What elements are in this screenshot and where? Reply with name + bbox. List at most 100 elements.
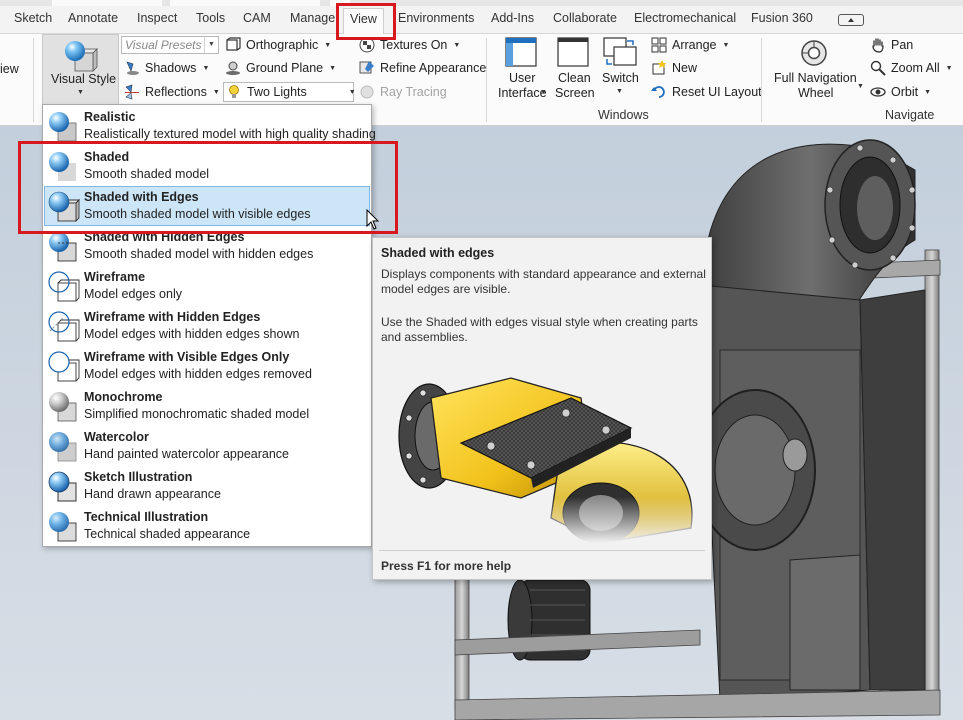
- reflections-label: Reflections: [145, 85, 207, 99]
- mouse-cursor-icon: [366, 209, 380, 230]
- nav-wheel-label-2: Wheel: [798, 86, 834, 100]
- new-window-button[interactable]: New: [651, 58, 697, 78]
- tab-collaborate[interactable]: Collaborate: [553, 11, 617, 29]
- tooltip-title: Shaded with edges: [381, 246, 495, 260]
- style-name: Watercolor: [84, 430, 149, 444]
- shadows-label: Shadows: [145, 61, 197, 75]
- visual-style-option-shaded-hidden-edges[interactable]: Shaded with Hidden Edges Smooth shaded m…: [44, 226, 370, 266]
- tab-inspect[interactable]: Inspect: [137, 11, 177, 29]
- style-name: Sketch Illustration: [84, 470, 193, 484]
- full-navigation-wheel-button[interactable]: Full Navigation Wheel ▼: [770, 34, 866, 104]
- switch-label: Switch: [602, 71, 639, 85]
- visual-style-option-wireframe[interactable]: Wireframe Model edges only: [44, 266, 370, 306]
- ray-tracing-button[interactable]: Ray Tracing: [359, 82, 447, 102]
- hand-icon: [870, 37, 886, 53]
- lighting-styles-value: Two Lights ▼: [226, 82, 356, 102]
- textures-on-label: Textures On: [380, 38, 448, 52]
- ribbon-toggle-button[interactable]: [838, 14, 864, 26]
- style-name: Realistic: [84, 110, 136, 124]
- reset-ui-layout-button[interactable]: Reset UI Layout: [651, 82, 762, 102]
- ground-plane-label: Ground Plane: [246, 61, 324, 75]
- zoom-icon: [870, 60, 886, 76]
- visual-style-option-wireframe-hidden-edges[interactable]: Wireframe with Hidden Edges Model edges …: [44, 306, 370, 346]
- textures-on-button[interactable]: Textures On ▼: [359, 35, 460, 55]
- zoom-all-label: Zoom All: [891, 61, 940, 75]
- chevron-down-icon: ▼: [329, 64, 337, 72]
- orthographic-button[interactable]: Orthographic ▼: [225, 35, 331, 55]
- wireframe-hidden-icon: [48, 311, 80, 342]
- orbit-icon: [870, 84, 886, 100]
- tooltip-description: Displays components with standard appear…: [381, 267, 706, 296]
- style-name: Wireframe: [84, 270, 146, 284]
- chevron-down-icon: ▼: [324, 41, 332, 49]
- navigation-wheel-icon: [801, 40, 827, 66]
- shaded-hidden-edges-icon: [49, 232, 77, 262]
- chevron-down-icon: ▼: [212, 88, 220, 96]
- arrange-icon: [651, 37, 667, 53]
- tab-manage[interactable]: Manage: [290, 11, 335, 29]
- style-name: Wireframe with Hidden Edges: [84, 310, 261, 324]
- clean-screen-label-2: Screen: [555, 86, 595, 100]
- switch-button[interactable]: Switch ▼: [598, 34, 642, 104]
- technical-illustration-icon: [49, 512, 77, 542]
- reflections-button[interactable]: Reflections ▼: [124, 82, 220, 102]
- visual-presets-placeholder: Visual Presets: [125, 38, 202, 52]
- tab-fusion-360[interactable]: Fusion 360: [751, 11, 813, 29]
- reflections-icon: [124, 84, 140, 100]
- tab-sketch[interactable]: Sketch: [14, 11, 52, 29]
- user-interface-button[interactable]: User Interface ▼: [494, 34, 548, 104]
- chevron-down-icon: ▼: [945, 64, 953, 72]
- pan-button[interactable]: Pan: [870, 35, 913, 55]
- visual-style-option-wireframe-visible-edges[interactable]: Wireframe with Visible Edges Only Model …: [44, 346, 370, 386]
- style-description: Simplified monochromatic shaded model: [84, 407, 310, 421]
- tab-tools[interactable]: Tools: [196, 11, 225, 29]
- arrange-label: Arrange: [672, 38, 717, 52]
- visual-style-option-monochrome[interactable]: Monochrome Simplified monochromatic shad…: [44, 386, 370, 426]
- visual-presets-combo[interactable]: Visual Presets ▼: [121, 36, 219, 54]
- wireframe-icon: [48, 271, 80, 302]
- refine-appearance-label: Refine Appearance: [380, 61, 487, 75]
- refine-appearance-button[interactable]: Refine Appearance: [359, 58, 486, 78]
- monochrome-icon: [49, 392, 77, 422]
- shaded-icon: [49, 152, 76, 181]
- tooltip-help-hint: Press F1 for more help: [381, 559, 512, 573]
- ground-plane-button[interactable]: Ground Plane ▼: [225, 58, 336, 78]
- tab-add-ins[interactable]: Add-Ins: [491, 11, 534, 29]
- tab-environments[interactable]: Environments: [398, 11, 474, 29]
- style-name: Technical Illustration: [84, 510, 209, 524]
- panel-divider: [33, 38, 34, 122]
- pan-label: Pan: [891, 38, 914, 52]
- shadows-button[interactable]: Shadows ▼: [124, 58, 209, 78]
- nav-wheel-label-1: Full Navigation: [774, 71, 857, 85]
- user-interface-label-1: User: [509, 71, 536, 85]
- tab-annotate[interactable]: Annotate: [68, 11, 118, 29]
- tab-electromechanical[interactable]: Electromechanical: [634, 11, 736, 29]
- visual-style-option-realistic[interactable]: Realistic Realistically textured model w…: [44, 106, 376, 146]
- zoom-all-button[interactable]: Zoom All ▼: [870, 58, 953, 78]
- tab-cam[interactable]: CAM: [243, 11, 271, 29]
- orbit-button[interactable]: Orbit ▼: [870, 82, 931, 102]
- reset-icon: [651, 84, 667, 100]
- clean-screen-button[interactable]: Clean Screen: [551, 34, 595, 104]
- sketch-illustration-icon: [48, 471, 77, 502]
- realistic-icon: [49, 112, 77, 142]
- visual-style-option-shaded[interactable]: Shaded Smooth shaded model: [44, 146, 370, 186]
- orbit-label: Orbit: [891, 85, 919, 99]
- style-description: Smooth shaded model with visible edges: [84, 207, 311, 221]
- cut-off-label[interactable]: iew: [0, 62, 19, 76]
- style-description: Hand painted watercolor appearance: [84, 447, 289, 461]
- style-description: Realistically textured model with high q…: [84, 127, 376, 141]
- tooltip-preview-image: [381, 358, 707, 543]
- visual-style-option-sketch-illustration[interactable]: Sketch Illustration Hand drawn appearanc…: [44, 466, 370, 506]
- visual-style-option-shaded-with-edges[interactable]: Shaded with Edges Smooth shaded model wi…: [44, 186, 370, 226]
- style-description: Model edges with hidden edges removed: [84, 367, 312, 381]
- ground-plane-icon: [225, 60, 241, 76]
- arrange-button[interactable]: Arrange ▼: [651, 35, 729, 55]
- visual-style-option-technical-illustration[interactable]: Technical Illustration Technical shaded …: [44, 506, 370, 546]
- panel-divider: [761, 38, 762, 122]
- tab-view[interactable]: View: [343, 8, 384, 34]
- visual-style-option-watercolor[interactable]: Watercolor Hand painted watercolor appea…: [44, 426, 370, 466]
- reset-ui-layout-label: Reset UI Layout: [672, 85, 762, 99]
- visual-style-tooltip: Shaded with edges Displays components wi…: [372, 237, 712, 580]
- ray-tracing-icon: [359, 84, 375, 100]
